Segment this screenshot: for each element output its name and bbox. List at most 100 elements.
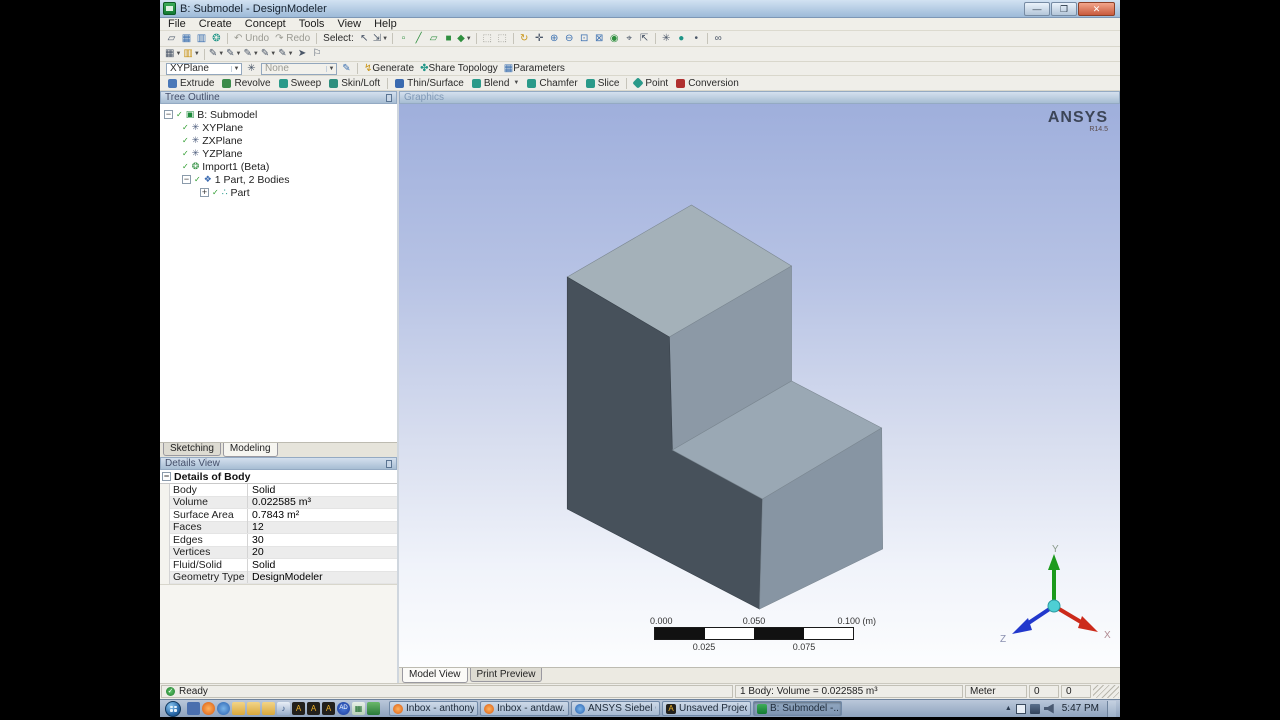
find-button[interactable]: ∞: [711, 32, 726, 45]
vertex-filter-button[interactable]: ▫: [396, 32, 411, 45]
pattern-display-button[interactable]: ▦ ▼: [164, 48, 182, 61]
menu-help[interactable]: Help: [374, 18, 397, 30]
edge-filter-button[interactable]: ╱: [411, 32, 426, 45]
ad-app-icon[interactable]: AD: [337, 702, 350, 715]
tray-expand-icon[interactable]: ▲: [1005, 705, 1012, 712]
sweep-button[interactable]: Sweep: [275, 78, 326, 89]
expand-icon[interactable]: +: [200, 188, 209, 197]
pin-icon[interactable]: [386, 93, 392, 102]
pan-button[interactable]: ✛: [532, 32, 547, 45]
undo-button[interactable]: ↶ Undo: [231, 32, 272, 45]
network-icon[interactable]: [1029, 703, 1040, 714]
folder-icon[interactable]: [262, 702, 275, 715]
battery-icon[interactable]: [1015, 703, 1026, 714]
previous-view-button[interactable]: ⌖: [622, 32, 637, 45]
tab-model-view[interactable]: Model View: [402, 668, 468, 683]
box-zoom-button[interactable]: ⊡: [577, 32, 592, 45]
pointer-button[interactable]: ➤: [295, 48, 310, 61]
maximize-button[interactable]: ❐: [1051, 1, 1077, 16]
display-settings-icon[interactable]: [187, 702, 200, 715]
clock[interactable]: 5:47 PM: [1058, 703, 1103, 714]
snap-mode-button-4[interactable]: ✎ ▼: [260, 48, 277, 61]
collapse-icon[interactable]: −: [164, 110, 173, 119]
conversion-button[interactable]: Conversion: [672, 78, 743, 89]
face-filter-button[interactable]: ▱: [426, 32, 441, 45]
blend-button[interactable]: Blend ▼: [468, 78, 524, 89]
select-mode-button[interactable]: ↖: [357, 32, 372, 45]
tree-item-xyplane[interactable]: ✓ ✳ XYPlane: [164, 121, 397, 134]
ansys-cfx-icon[interactable]: A: [322, 702, 335, 715]
revolve-button[interactable]: Revolve: [218, 78, 274, 89]
taskbar-button-inbox-1[interactable]: Inbox - anthony...: [389, 701, 478, 716]
tree-item-part-group[interactable]: − ✓ ❖ 1 Part, 2 Bodies: [164, 173, 397, 186]
tree-item-root[interactable]: − ✓ ▣ B: Submodel: [164, 108, 397, 121]
collapse-icon[interactable]: −: [182, 175, 191, 184]
menu-create[interactable]: Create: [199, 18, 232, 30]
taskbar-button-inbox-2[interactable]: Inbox - antdaw...: [480, 701, 569, 716]
extend-limits-button[interactable]: ⬚: [495, 32, 510, 45]
menu-concept[interactable]: Concept: [245, 18, 286, 30]
menu-file[interactable]: File: [168, 18, 186, 30]
ruler-display-button[interactable]: ▥ ▼: [182, 48, 200, 61]
tab-print-preview[interactable]: Print Preview: [469, 668, 543, 682]
tree-item-import1[interactable]: ✓ ❂ Import1 (Beta): [164, 160, 397, 173]
snap-mode-button-2[interactable]: ✎ ▼: [225, 48, 242, 61]
snap-mode-button-3[interactable]: ✎ ▼: [243, 48, 260, 61]
slice-button[interactable]: Slice: [582, 78, 624, 89]
media-app-icon[interactable]: ♪: [277, 702, 290, 715]
menu-view[interactable]: View: [337, 18, 361, 30]
snap-mode-button-1[interactable]: ✎ ▼: [208, 48, 225, 61]
tab-modeling[interactable]: Modeling: [222, 443, 278, 457]
share-topology-button[interactable]: ✤ Share Topology: [417, 62, 501, 75]
extend-selection-button[interactable]: ⬚: [480, 32, 495, 45]
redo-button[interactable]: ↷ Redo: [272, 32, 313, 45]
skin-loft-button[interactable]: Skin/Loft: [325, 78, 384, 89]
folder-icon[interactable]: [247, 702, 260, 715]
tree-item-part[interactable]: + ✓ ∴ Part: [164, 186, 397, 199]
new-sketch-button[interactable]: ▱: [164, 32, 179, 45]
plane-selector[interactable]: XYPlane ▼: [166, 62, 242, 75]
start-button[interactable]: [165, 700, 181, 717]
folder-icon[interactable]: [232, 702, 245, 715]
taskbar-button-ansys-siebel[interactable]: ANSYS Siebel C...: [571, 701, 660, 716]
viewport-3d[interactable]: ANSYS R14.5 0.000 0.050 0.100 (m) 0.025 …: [399, 104, 1120, 667]
minimize-button[interactable]: —: [1024, 1, 1050, 16]
collapse-icon[interactable]: −: [162, 472, 171, 481]
close-button[interactable]: ✕: [1078, 1, 1115, 16]
volume-muted-icon[interactable]: [1043, 703, 1054, 714]
display-model-button[interactable]: ●: [674, 32, 689, 45]
spreadsheet-icon[interactable]: ▦: [352, 702, 365, 715]
parameters-button[interactable]: ▦ Parameters: [501, 62, 568, 75]
flag-button[interactable]: ⚐: [310, 48, 325, 61]
extrude-button[interactable]: Extrude: [164, 78, 218, 89]
zoom-out-button[interactable]: ⊖: [562, 32, 577, 45]
save-as-button[interactable]: ▥: [194, 32, 209, 45]
selection-filter-dropdown[interactable]: ◆ ▼: [456, 32, 473, 45]
pin-icon[interactable]: [386, 459, 392, 468]
isometric-view-button[interactable]: ✳: [659, 32, 674, 45]
show-desktop-button[interactable]: [1107, 700, 1116, 717]
ansys-workbench-icon[interactable]: A: [292, 702, 305, 715]
zoom-in-button[interactable]: ⊕: [547, 32, 562, 45]
vpn-icon[interactable]: [367, 702, 380, 715]
menu-tools[interactable]: Tools: [299, 18, 325, 30]
orientation-triad[interactable]: Y X Z: [992, 544, 1116, 652]
rotate-button[interactable]: ↻: [517, 32, 532, 45]
zoom-to-fit-button[interactable]: ⊠: [592, 32, 607, 45]
publish-button[interactable]: ❂: [209, 32, 224, 45]
select-mode-dropdown[interactable]: ⇲ ▼: [372, 32, 389, 45]
new-plane-button[interactable]: ✳: [244, 62, 259, 75]
snap-mode-button-5[interactable]: ✎ ▼: [277, 48, 294, 61]
generate-button[interactable]: ↯ Generate: [361, 62, 417, 75]
new-sketch-tool-button[interactable]: ✎: [339, 62, 354, 75]
magnifier-button[interactable]: ◉: [607, 32, 622, 45]
taskbar-button-unsaved-project[interactable]: A Unsaved Project...: [662, 701, 751, 716]
restore-view-button[interactable]: ⇱: [637, 32, 652, 45]
taskbar-button-submodel[interactable]: B: Submodel -...: [753, 701, 842, 716]
tab-sketching[interactable]: Sketching: [163, 443, 221, 456]
ansys-fluent-icon[interactable]: A: [307, 702, 320, 715]
thin-surface-button[interactable]: Thin/Surface: [391, 78, 468, 89]
tree-item-zxplane[interactable]: ✓ ✳ ZXPlane: [164, 134, 397, 147]
save-button[interactable]: ▦: [179, 32, 194, 45]
point-button[interactable]: Point: [630, 77, 672, 89]
